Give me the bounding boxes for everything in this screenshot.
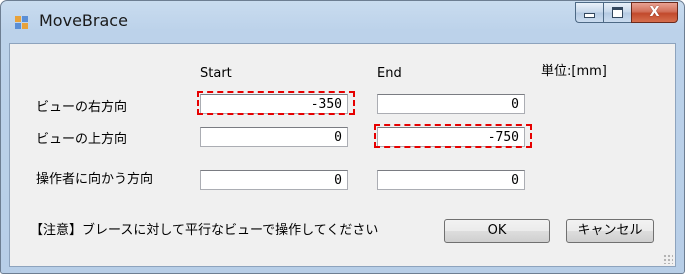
maximize-button[interactable] bbox=[603, 2, 631, 23]
window-controls: X bbox=[575, 2, 678, 23]
title-bar[interactable]: MoveBrace X bbox=[1, 1, 684, 41]
window-title: MoveBrace bbox=[39, 11, 128, 30]
app-window-icon bbox=[15, 16, 29, 30]
row-label-toward-operator: 操作者に向かう方向 bbox=[36, 172, 154, 187]
resize-grip-icon[interactable] bbox=[663, 254, 673, 264]
close-button[interactable]: X bbox=[631, 2, 678, 23]
unit-label: 単位:[mm] bbox=[541, 64, 607, 79]
row-label-view-right: ビューの右方向 bbox=[36, 100, 128, 115]
minimize-button[interactable] bbox=[575, 2, 603, 23]
toward-operator-start-input[interactable]: 0 bbox=[200, 170, 348, 190]
highlight-box-end bbox=[374, 124, 532, 148]
column-header-end: End bbox=[377, 66, 402, 81]
cancel-button[interactable]: キャンセル bbox=[566, 219, 654, 243]
movebrace-window: MoveBrace X Start End 単位:[mm] ビューの右方向 -3… bbox=[0, 0, 685, 274]
dialog-body: Start End 単位:[mm] ビューの右方向 -350 0 ビューの上方向… bbox=[9, 43, 676, 267]
column-header-start: Start bbox=[200, 66, 232, 81]
close-icon: X bbox=[649, 5, 660, 20]
view-up-start-input[interactable]: 0 bbox=[200, 127, 348, 147]
ok-button[interactable]: OK bbox=[444, 219, 550, 243]
highlight-box-start bbox=[197, 91, 355, 115]
view-right-end-input[interactable]: 0 bbox=[377, 94, 525, 114]
toward-operator-end-input[interactable]: 0 bbox=[377, 170, 525, 190]
note-text: 【注意】ブレースに対して平行なビューで操作してください bbox=[30, 223, 379, 238]
minimize-icon bbox=[584, 13, 595, 18]
maximize-icon bbox=[612, 7, 623, 18]
row-label-view-up: ビューの上方向 bbox=[36, 132, 128, 147]
